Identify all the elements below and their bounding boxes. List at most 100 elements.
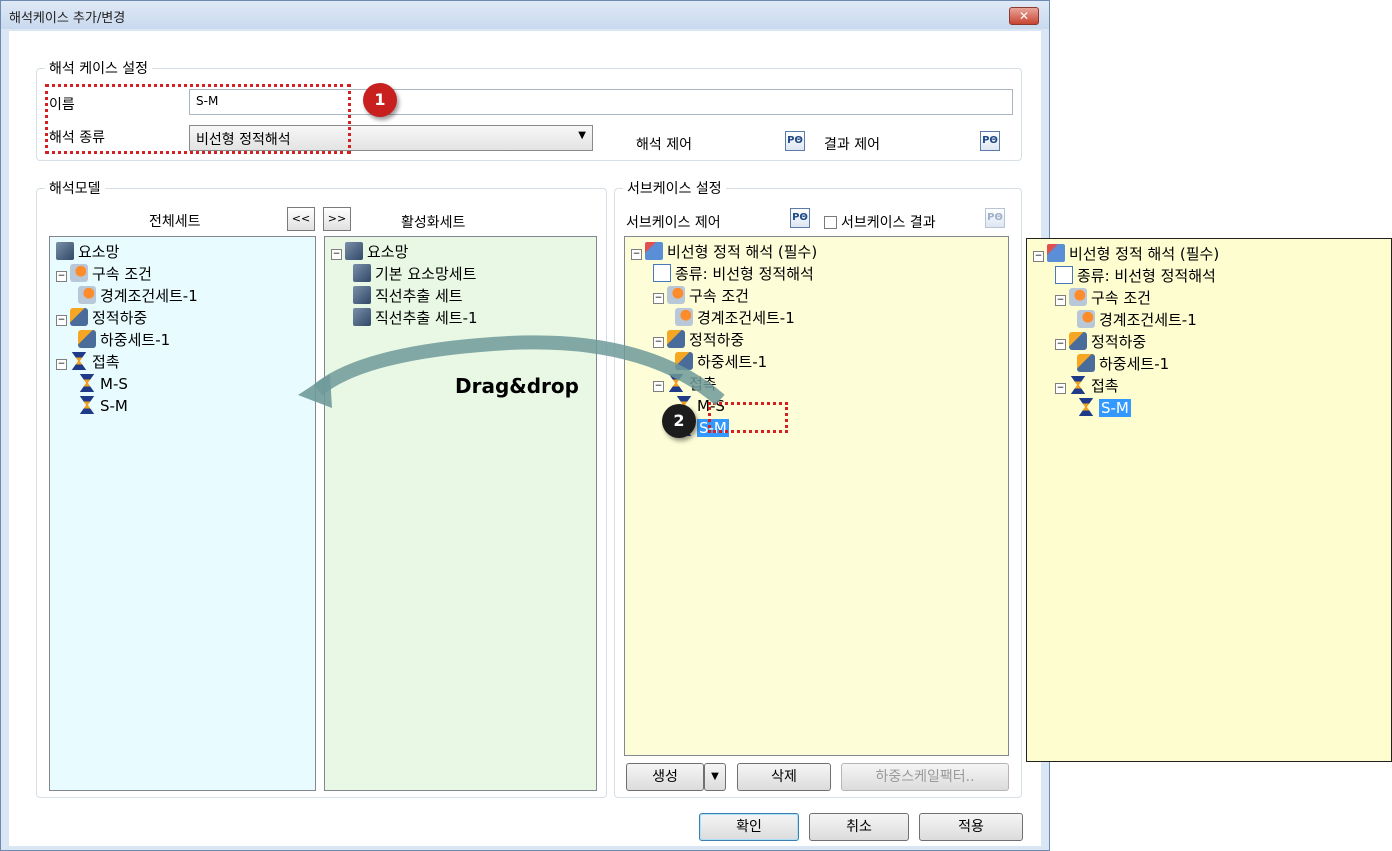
delete-button[interactable]: 삭제 (737, 763, 831, 791)
tree-item[interactable]: − 정적하중 (1055, 331, 1146, 353)
tree-item[interactable]: 경계조건세트-1 (675, 307, 795, 329)
tree-item[interactable]: 하중세트-1 (78, 329, 170, 351)
all-sets-tree[interactable]: 요소망 − 구속 조건경계조건세트-1− 정적하중하중세트-1 − 접촉 M-S S-M (49, 236, 316, 791)
active-sets-tree[interactable]: − 요소망기본 요소망세트직선추출 세트직선추출 세트-1 (324, 236, 597, 791)
tree-item-label: 하중세트-1 (1099, 355, 1170, 373)
expand-toggle-icon[interactable]: − (56, 315, 67, 326)
active-sets-header: 활성화세트 (401, 215, 466, 231)
tree-item[interactable]: − 구속 조건 (56, 263, 152, 285)
contact-icon (79, 374, 95, 392)
tree-item[interactable]: M-S (78, 373, 128, 395)
tree-item[interactable]: − 비선형 정적 해석 (필수) (631, 241, 817, 263)
tree-item-label: 하중세트-1 (100, 331, 171, 349)
analysis-case-icon (645, 242, 663, 260)
analysis-control-label: 해석 제어 (636, 137, 692, 153)
mesh-icon (353, 308, 371, 326)
checkbox-icon[interactable] (824, 216, 837, 229)
cancel-button[interactable]: 취소 (809, 813, 909, 841)
static-load-icon (1069, 332, 1087, 350)
tree-item[interactable]: 하중세트-1 (1077, 353, 1169, 375)
subcase-result-checkbox[interactable]: 서브케이스 결과 (824, 212, 936, 232)
expand-toggle-icon[interactable]: − (1033, 251, 1044, 262)
tree-item[interactable]: S-M (1077, 397, 1131, 419)
tree-item[interactable]: 요소망 (56, 241, 119, 263)
tree-item-label: S-M (1099, 399, 1131, 417)
tree-item-label: 경계조건세트-1 (1099, 311, 1197, 329)
tree-item-label: M-S (100, 375, 128, 393)
tree-item-label: 요소망 (367, 243, 409, 261)
tree-item[interactable]: − 요소망 (331, 241, 408, 263)
subcase-tree[interactable]: − 비선형 정적 해석 (필수) 종류: 비선형 정적해석 − 구속 조건 경계조건세트-… (624, 236, 1009, 756)
move-right-button[interactable]: >> (323, 207, 351, 231)
load-scale-factor-button[interactable]: 하중스케일팩터.. (841, 763, 1009, 791)
apply-button[interactable]: 적용 (919, 813, 1023, 841)
tree-item-label: 접촉 (92, 353, 120, 371)
expand-toggle-icon[interactable]: − (1055, 295, 1066, 306)
expand-toggle-icon[interactable]: − (1055, 383, 1066, 394)
close-button[interactable]: ✕ (1009, 7, 1039, 25)
boundary-condition-icon (675, 308, 693, 326)
subcase-result-button[interactable]: PΘ (985, 208, 1005, 228)
expand-toggle-icon[interactable]: − (1055, 339, 1066, 350)
analysis-control-button[interactable]: PΘ (785, 131, 805, 151)
tree-item-label: 구속 조건 (92, 265, 152, 283)
static-load-icon (675, 352, 693, 370)
boundary-condition-icon (70, 264, 88, 282)
tree-item-label: 하중세트-1 (697, 353, 768, 371)
tree-item[interactable]: 직선추출 세트-1 (353, 307, 478, 329)
mesh-icon (353, 286, 371, 304)
expand-toggle-icon[interactable]: − (56, 271, 67, 282)
tree-item[interactable]: − 정적하중 (56, 307, 147, 329)
tree-item[interactable]: 기본 요소망세트 (353, 263, 476, 285)
tree-item-label: 직선추출 세트-1 (375, 309, 478, 327)
tree-item[interactable]: − 접촉 (653, 373, 717, 395)
tree-item[interactable]: − 정적하중 (653, 329, 744, 351)
tree-item-label: 정적하중 (1091, 333, 1147, 351)
tree-item-label: 종류: 비선형 정적해석 (1077, 267, 1216, 285)
contact-icon (668, 374, 684, 392)
tree-item-label: 정적하중 (689, 331, 745, 349)
tree-item[interactable]: S-M (78, 395, 128, 417)
expand-toggle-icon[interactable]: − (631, 249, 642, 260)
ok-button[interactable]: 확인 (699, 813, 799, 841)
tree-item[interactable]: − 비선형 정적 해석 (필수) (1033, 243, 1219, 265)
tree-item[interactable]: 하중세트-1 (675, 351, 767, 373)
expand-toggle-icon[interactable]: − (653, 337, 664, 348)
static-load-icon (70, 308, 88, 326)
tree-item[interactable]: − 접촉 (56, 351, 120, 373)
tree-item[interactable]: − 접촉 (1055, 375, 1119, 397)
expand-toggle-icon[interactable]: − (331, 249, 342, 260)
tree-item[interactable]: 경계조건세트-1 (1077, 309, 1197, 331)
tree-item[interactable]: − 구속 조건 (653, 285, 749, 307)
tree-item-label: 직선추출 세트 (375, 287, 463, 305)
step-2-badge: 2 (662, 404, 696, 438)
subcase-legend: 서브케이스 설정 (623, 178, 726, 198)
static-load-icon (78, 330, 96, 348)
m-s-highlight-box (708, 402, 788, 433)
tree-item[interactable]: 종류: 비선형 정적해석 (653, 263, 814, 285)
expand-toggle-icon[interactable]: − (56, 359, 67, 370)
tree-item[interactable]: 경계조건세트-1 (78, 285, 198, 307)
boundary-condition-icon (1077, 310, 1095, 328)
document-icon (1055, 266, 1073, 284)
mesh-icon (353, 264, 371, 282)
analysis-model-legend: 해석모델 (45, 178, 105, 198)
case-settings-legend: 해석 케이스 설정 (45, 58, 153, 78)
name-type-highlight-box (45, 84, 351, 154)
create-dropdown-button[interactable]: ▼ (704, 763, 726, 791)
expand-toggle-icon[interactable]: − (653, 293, 664, 304)
subcase-control-button[interactable]: PΘ (790, 208, 810, 228)
expand-toggle-icon[interactable]: − (653, 381, 664, 392)
tree-item-label: 비선형 정적 해석 (필수) (1069, 245, 1220, 263)
tree-item[interactable]: 종류: 비선형 정적해석 (1055, 265, 1216, 287)
tree-item[interactable]: − 구속 조건 (1055, 287, 1151, 309)
move-left-button[interactable]: << (287, 207, 315, 231)
drag-drop-label: Drag&drop (455, 374, 579, 398)
analysis-case-icon (1047, 244, 1065, 262)
create-button[interactable]: 생성 (626, 763, 704, 791)
static-load-icon (667, 330, 685, 348)
tree-item[interactable]: 직선추출 세트 (353, 285, 463, 307)
subcase-control-label: 서브케이스 제어 (626, 215, 721, 231)
result-control-button[interactable]: PΘ (980, 131, 1000, 151)
title-bar: 해석케이스 추가/변경 ✕ (1, 1, 1049, 29)
